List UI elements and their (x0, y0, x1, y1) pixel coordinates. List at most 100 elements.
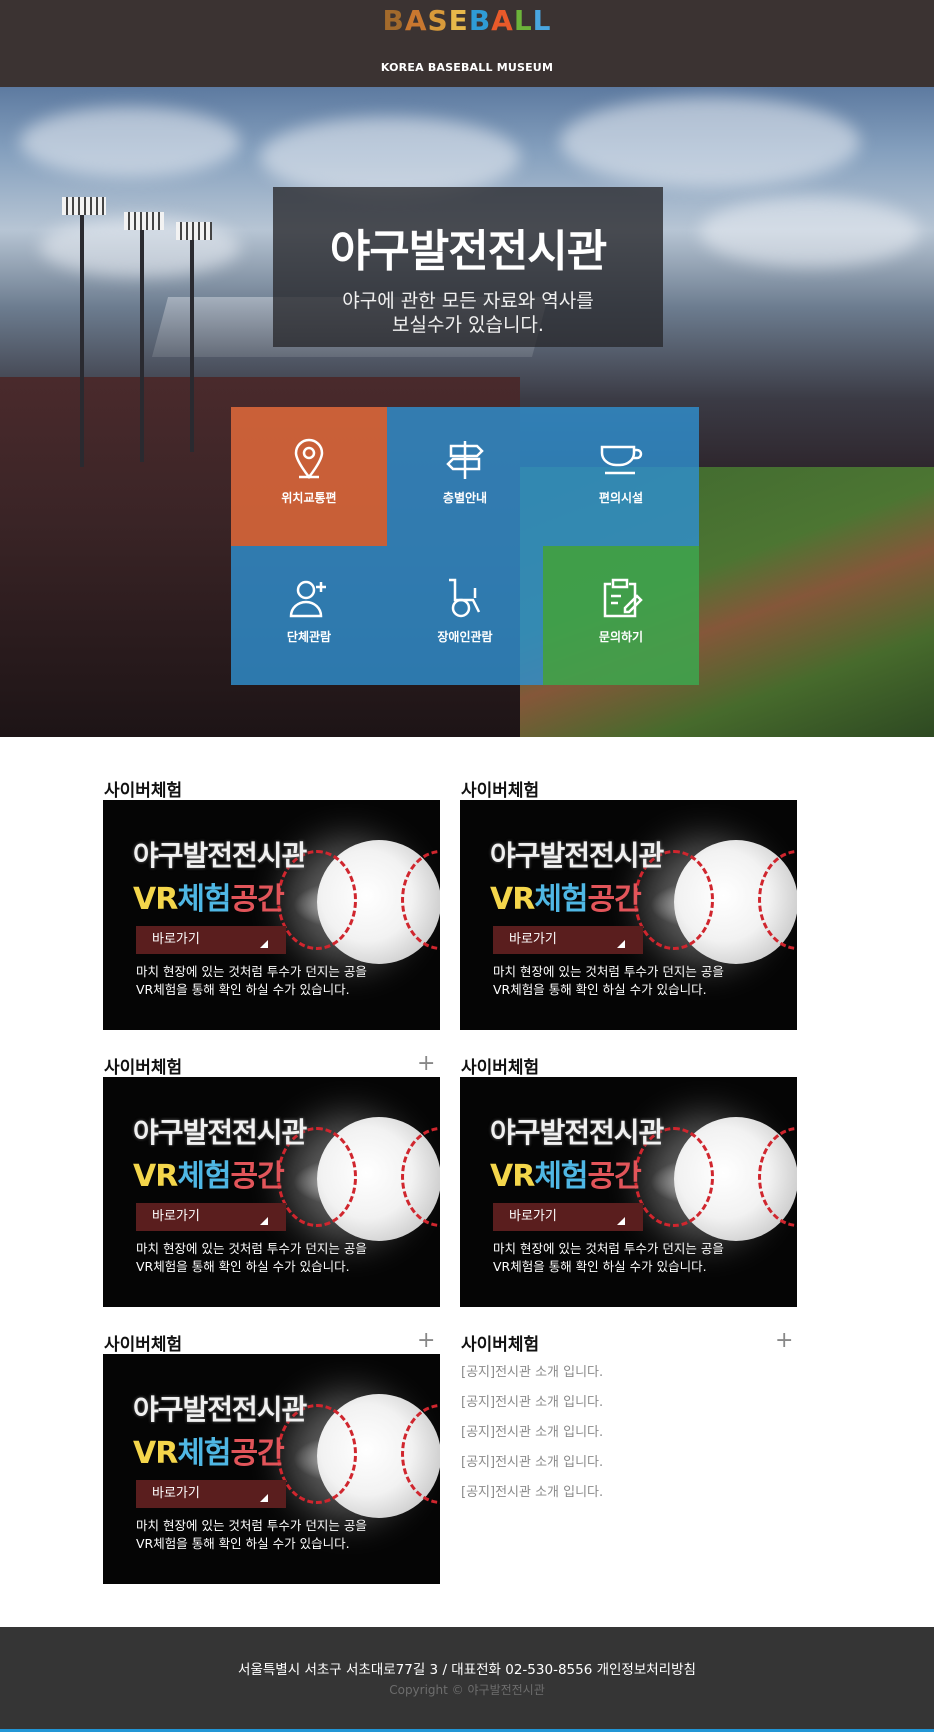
logo-letter: L (532, 4, 552, 37)
go-button[interactable]: 바로가기 (136, 926, 286, 954)
banner-subtitle-part: VR (133, 1436, 178, 1471)
logo-letter: B (382, 4, 405, 37)
banner-subtitle-part: 공간 (587, 882, 642, 917)
footer-copyright: Copyright © 야구발전전시관 (389, 1683, 545, 1697)
quick-link-location[interactable]: 위치교통편 (231, 407, 387, 546)
notice-item[interactable]: [공지]전시관 소개 입니다. (461, 1485, 798, 1515)
vr-banner[interactable]: 야구발전전시관 VR체험공간 바로가기 마치 현장에 있는 것처럼 투수가 던지… (460, 1077, 797, 1307)
cyber-experience-card: 사이버체험 야구발전전시관 VR체험공간 바로가기 마치 현장에 있는 것처럼 … (460, 776, 797, 1034)
banner-subtitle: VR체험공간 (490, 1151, 642, 1195)
card-title: 사이버체험 (104, 1335, 183, 1355)
banner-description: 마치 현장에 있는 것처럼 투수가 던지는 공을 VR체험을 통해 확인 하실 수… (493, 963, 724, 999)
vr-banner[interactable]: 야구발전전시관 VR체험공간 바로가기 마치 현장에 있는 것처럼 투수가 던지… (103, 1077, 440, 1307)
banner-description: 마치 현장에 있는 것처럼 투수가 던지는 공을 VR체험을 통해 확인 하실 수… (136, 1240, 367, 1276)
logo-letter: E (448, 4, 469, 37)
banner-desc-line: VR체험을 통해 확인 하실 수가 있습니다. (493, 982, 707, 997)
vr-banner[interactable]: 야구발전전시관 VR체험공간 바로가기 마치 현장에 있는 것처럼 투수가 던지… (103, 800, 440, 1030)
banner-subtitle-part: VR (490, 1159, 535, 1194)
baseball-image (634, 840, 797, 964)
site-footer: 서울특별시 서초구 서초대로77길 3 / 대표전화 02-530-8556 개… (0, 1627, 934, 1732)
hero-section: 야구발전전시관 야구에 관한 모든 자료와 역사를 보실수가 있습니다. 위치교… (0, 87, 934, 737)
banner-desc-line: VR체험을 통해 확인 하실 수가 있습니다. (136, 1536, 350, 1551)
banner-subtitle: VR체험공간 (133, 1151, 285, 1195)
notice-item[interactable]: [공지]전시관 소개 입니다. (461, 1395, 798, 1425)
banner-subtitle: VR체험공간 (133, 874, 285, 918)
banner-title: 야구발전전시관 (490, 839, 664, 872)
more-plus-icon[interactable]: + (417, 1330, 435, 1352)
banner-description: 마치 현장에 있는 것처럼 투수가 던지는 공을 VR체험을 통해 확인 하실 수… (136, 1517, 367, 1553)
quick-link-label: 장애인관람 (437, 630, 493, 644)
banner-subtitle-part: 공간 (587, 1159, 642, 1194)
banner-subtitle-part: 공간 (230, 1436, 285, 1471)
notice-item[interactable]: [공지]전시관 소개 입니다. (461, 1365, 798, 1395)
cyber-experience-card: 사이버체험 + 야구발전전시관 VR체험공간 바로가기 마치 현장에 있는 것처… (103, 1053, 440, 1311)
wheelchair-icon (449, 578, 481, 618)
quick-link-group-visit[interactable]: 단체관람 (231, 546, 387, 685)
go-button-label: 바로가기 (152, 932, 200, 947)
quick-link-facilities[interactable]: 편의시설 (543, 407, 699, 546)
coffee-cup-icon (600, 445, 643, 475)
go-button-label: 바로가기 (509, 932, 557, 947)
logo-letter: B (468, 4, 492, 37)
go-button-label: 바로가기 (509, 1209, 557, 1224)
arrow-icon (617, 940, 625, 948)
banner-subtitle-part: VR (133, 1159, 178, 1194)
logo-letter: L (513, 4, 533, 37)
banner-subtitle: VR체험공간 (133, 1428, 285, 1472)
card-title: 사이버체험 (461, 1058, 540, 1078)
banner-subtitle-part: 공간 (230, 882, 285, 917)
hero-title-box: 야구발전전시관 야구에 관한 모든 자료와 역사를 보실수가 있습니다. (273, 187, 663, 347)
clipboard-edit-icon (603, 578, 643, 618)
notice-item[interactable]: [공지]전시관 소개 입니다. (461, 1455, 798, 1485)
card-title: 사이버체험 (461, 781, 540, 801)
logo-letter: S (427, 4, 449, 37)
quick-link-label: 위치교통편 (281, 491, 337, 505)
banner-desc-line: VR체험을 통해 확인 하실 수가 있습니다. (493, 1259, 707, 1274)
banner-subtitle: VR체험공간 (490, 874, 642, 918)
banner-desc-line: VR체험을 통해 확인 하실 수가 있습니다. (136, 982, 350, 997)
hero-description: 야구에 관한 모든 자료와 역사를 보실수가 있습니다. (273, 289, 663, 337)
banner-desc-line: 마치 현장에 있는 것처럼 투수가 던지는 공을 (493, 1241, 724, 1256)
banner-description: 마치 현장에 있는 것처럼 투수가 던지는 공을 VR체험을 통해 확인 하실 수… (136, 963, 367, 999)
signpost-icon (446, 441, 484, 479)
notice-item[interactable]: [공지]전시관 소개 입니다. (461, 1425, 798, 1455)
baseball-image (277, 1117, 440, 1241)
quick-link-label: 문의하기 (598, 630, 644, 644)
more-plus-icon[interactable]: + (775, 1330, 793, 1352)
arrow-icon (260, 1494, 268, 1502)
more-plus-icon[interactable]: + (417, 1053, 435, 1075)
card-title: 사이버체험 (104, 1058, 183, 1078)
arrow-icon (260, 1217, 268, 1225)
go-button-label: 바로가기 (152, 1209, 200, 1224)
vr-banner[interactable]: 야구발전전시관 VR체험공간 바로가기 마치 현장에 있는 것처럼 투수가 던지… (460, 800, 797, 1030)
quick-link-label: 층별안내 (442, 491, 488, 505)
banner-title: 야구발전전시관 (133, 839, 307, 872)
quick-link-floor-guide[interactable]: 층별안내 (387, 407, 543, 546)
go-button[interactable]: 바로가기 (136, 1480, 286, 1508)
hero-title: 야구발전전시관 (329, 226, 607, 277)
banner-subtitle-part: 체험 (177, 882, 231, 917)
logo-subtitle: KOREA BASEBALL MUSEUM (380, 61, 554, 74)
banner-subtitle-part: 체험 (534, 1159, 588, 1194)
banner-desc-line: 마치 현장에 있는 것처럼 투수가 던지는 공을 (136, 1518, 367, 1533)
go-button[interactable]: 바로가기 (493, 926, 643, 954)
go-button[interactable]: 바로가기 (136, 1203, 286, 1231)
cyber-experience-card: 사이버체험 야구발전전시관 VR체험공간 바로가기 마치 현장에 있는 것처럼 … (103, 776, 440, 1034)
quick-link-inquiry[interactable]: 문의하기 (543, 546, 699, 685)
go-button[interactable]: 바로가기 (493, 1203, 643, 1231)
site-logo[interactable]: BASEBALL (0, 4, 934, 37)
arrow-icon (617, 1217, 625, 1225)
footer-address: 서울특별시 서초구 서초대로77길 3 / 대표전화 02-530-8556 개… (238, 1662, 696, 1678)
logo-letter: A (404, 4, 428, 37)
notice-title: 사이버체험 (461, 1335, 540, 1355)
vr-banner[interactable]: 야구발전전시관 VR체험공간 바로가기 마치 현장에 있는 것처럼 투수가 던지… (103, 1354, 440, 1584)
quick-links: 위치교통편 층별안내 편의시설 단체관람 장애인관람 문의하기 (231, 407, 699, 685)
banner-subtitle-part: VR (490, 882, 535, 917)
banner-subtitle-part: 체험 (534, 882, 588, 917)
baseball-image (634, 1117, 797, 1241)
banner-title: 야구발전전시관 (133, 1116, 307, 1149)
cyber-experience-card: 사이버체험 야구발전전시관 VR체험공간 바로가기 마치 현장에 있는 것처럼 … (460, 1053, 797, 1311)
add-person-icon (289, 580, 326, 618)
banner-subtitle-part: 체험 (177, 1436, 231, 1471)
quick-link-accessible-visit[interactable]: 장애인관람 (387, 546, 543, 685)
